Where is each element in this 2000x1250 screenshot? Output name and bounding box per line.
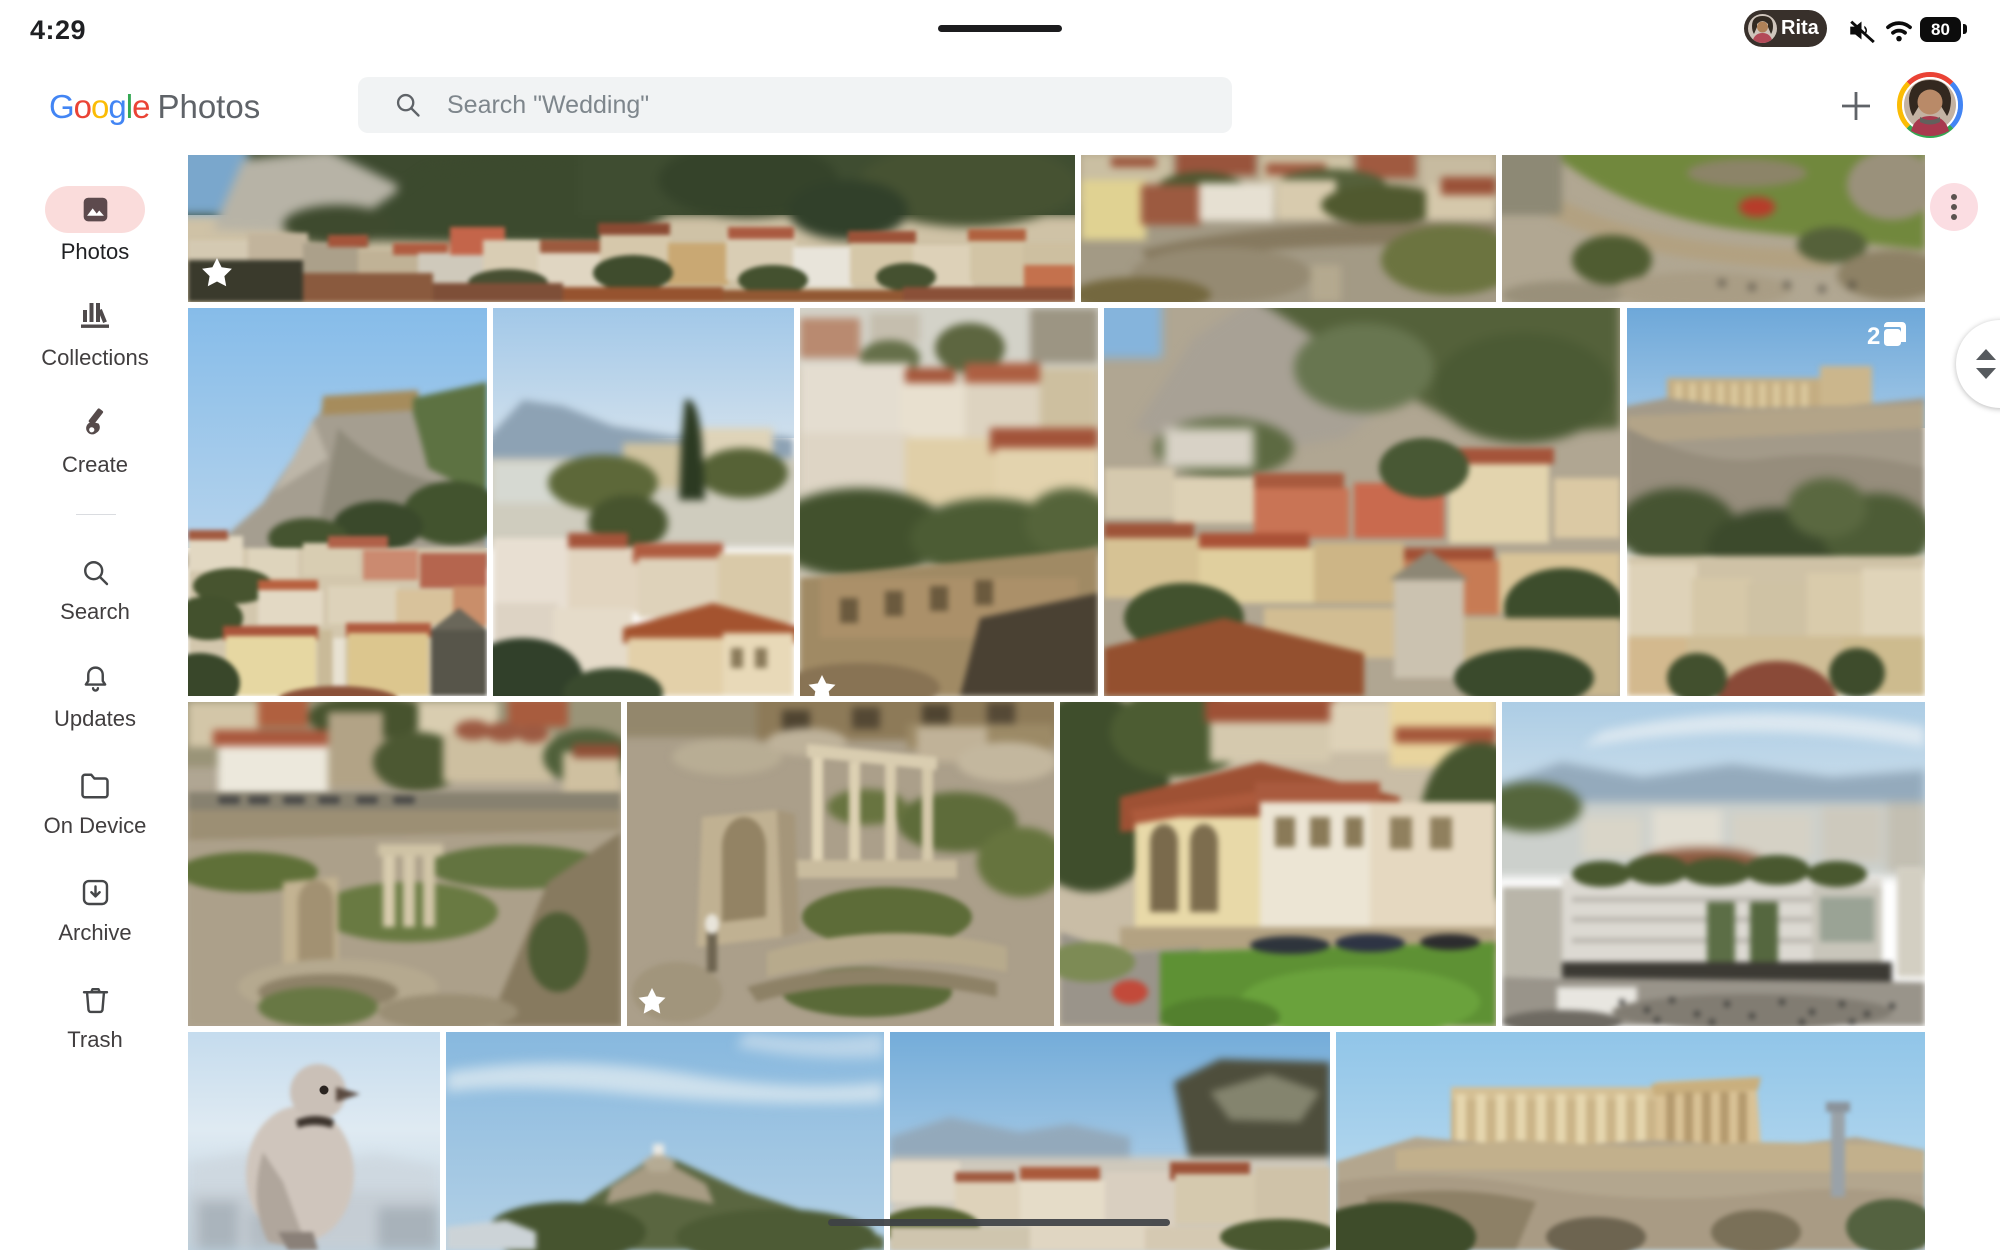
svg-text:2: 2 bbox=[1867, 323, 1880, 350]
